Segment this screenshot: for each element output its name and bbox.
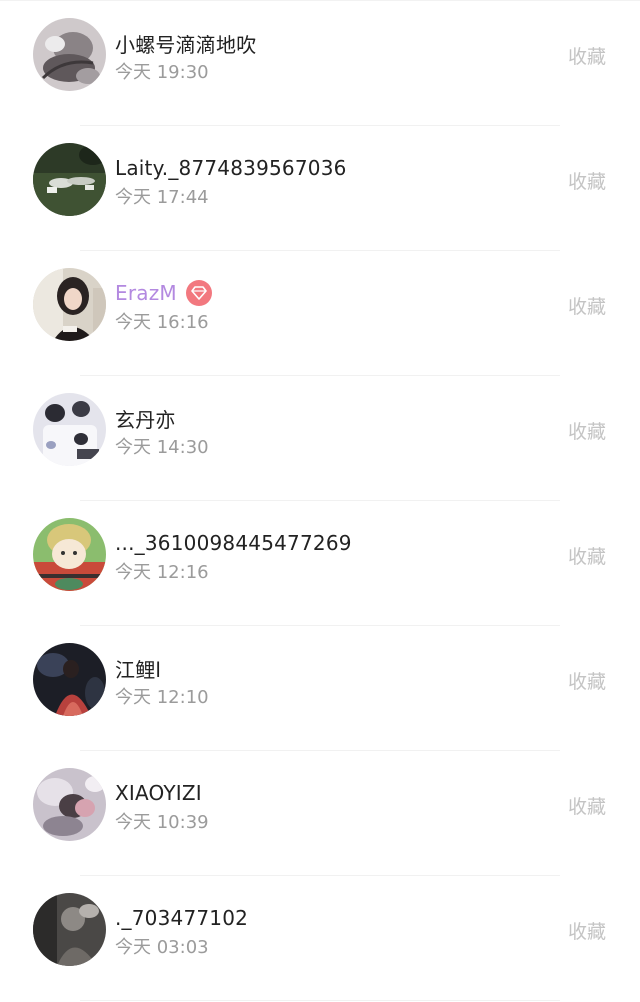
avatar[interactable]: [33, 143, 106, 216]
timestamp: 今天 03:03: [115, 937, 209, 958]
user-list: 小螺号滴滴地吹 今天 19:30 收藏 Laity._8774839567036…: [0, 0, 640, 1002]
list-item[interactable]: 小螺号滴滴地吹 今天 19:30 收藏: [0, 1, 640, 126]
name-line: ._703477102: [115, 905, 248, 931]
collect-button[interactable]: 收藏: [568, 167, 606, 194]
collect-button[interactable]: 收藏: [568, 917, 606, 944]
list-item[interactable]: ErazM 今天 16:16 收藏: [0, 251, 640, 376]
timestamp: 今天 17:44: [115, 187, 209, 208]
avatar-anime-boy-icon: [33, 518, 106, 591]
avatar[interactable]: [33, 643, 106, 716]
list-item[interactable]: ..._3610098445477269 今天 12:16 收藏: [0, 501, 640, 626]
collect-button[interactable]: 收藏: [568, 42, 606, 69]
avatar-snowy-pink-icon: [33, 768, 106, 841]
avatar-grey-portrait-icon: [33, 18, 106, 91]
avatar-dark-green-grass-icon: [33, 143, 106, 216]
avatar-girl-dark-hair-icon: [33, 268, 106, 341]
vip-badge: [185, 280, 212, 306]
avatar[interactable]: [33, 518, 106, 591]
timestamp: 今天 19:30: [115, 62, 209, 83]
collect-button[interactable]: 收藏: [568, 542, 606, 569]
user-name[interactable]: ..._3610098445477269: [115, 531, 352, 555]
user-name[interactable]: Laity._8774839567036: [115, 156, 347, 180]
list-item[interactable]: XIAOYIZI 今天 10:39 收藏: [0, 751, 640, 876]
list-item[interactable]: 玄丹亦 今天 14:30 收藏: [0, 376, 640, 501]
avatar[interactable]: [33, 893, 106, 966]
avatar-cartoon-white-icon: [33, 393, 106, 466]
timestamp: 今天 14:30: [115, 437, 209, 458]
list-item[interactable]: 江鲤l 今天 12:10 收藏: [0, 626, 640, 751]
diamond-icon: [191, 286, 207, 300]
user-name[interactable]: ._703477102: [115, 906, 248, 930]
list-item[interactable]: Laity._8774839567036 今天 17:44 收藏: [0, 126, 640, 251]
collect-button[interactable]: 收藏: [568, 292, 606, 319]
user-name[interactable]: 江鲤l: [115, 654, 161, 683]
timestamp: 今天 16:16: [115, 312, 209, 333]
name-line: Laity._8774839567036: [115, 155, 347, 181]
name-line: 小螺号滴滴地吹: [115, 29, 256, 58]
avatar[interactable]: [33, 393, 106, 466]
collect-button[interactable]: 收藏: [568, 667, 606, 694]
avatar[interactable]: [33, 18, 106, 91]
name-line: 江鲤l: [115, 654, 161, 683]
avatar-dark-grey-figure-icon: [33, 893, 106, 966]
divider: [80, 1000, 560, 1001]
avatar[interactable]: [33, 268, 106, 341]
name-line: ..._3610098445477269: [115, 530, 352, 556]
timestamp: 今天 10:39: [115, 812, 209, 833]
timestamp: 今天 12:10: [115, 687, 209, 708]
user-name[interactable]: XIAOYIZI: [115, 781, 202, 805]
name-line: XIAOYIZI: [115, 780, 202, 806]
user-name[interactable]: 玄丹亦: [115, 404, 176, 433]
name-line: 玄丹亦: [115, 404, 176, 433]
collect-button[interactable]: 收藏: [568, 417, 606, 444]
avatar-red-dress-dark-icon: [33, 643, 106, 716]
name-line: ErazM: [115, 280, 212, 306]
list-item[interactable]: ._703477102 今天 03:03 收藏: [0, 876, 640, 1001]
timestamp: 今天 12:16: [115, 562, 209, 583]
collect-button[interactable]: 收藏: [568, 792, 606, 819]
user-name[interactable]: ErazM: [115, 281, 177, 305]
avatar[interactable]: [33, 768, 106, 841]
user-name[interactable]: 小螺号滴滴地吹: [115, 29, 256, 58]
